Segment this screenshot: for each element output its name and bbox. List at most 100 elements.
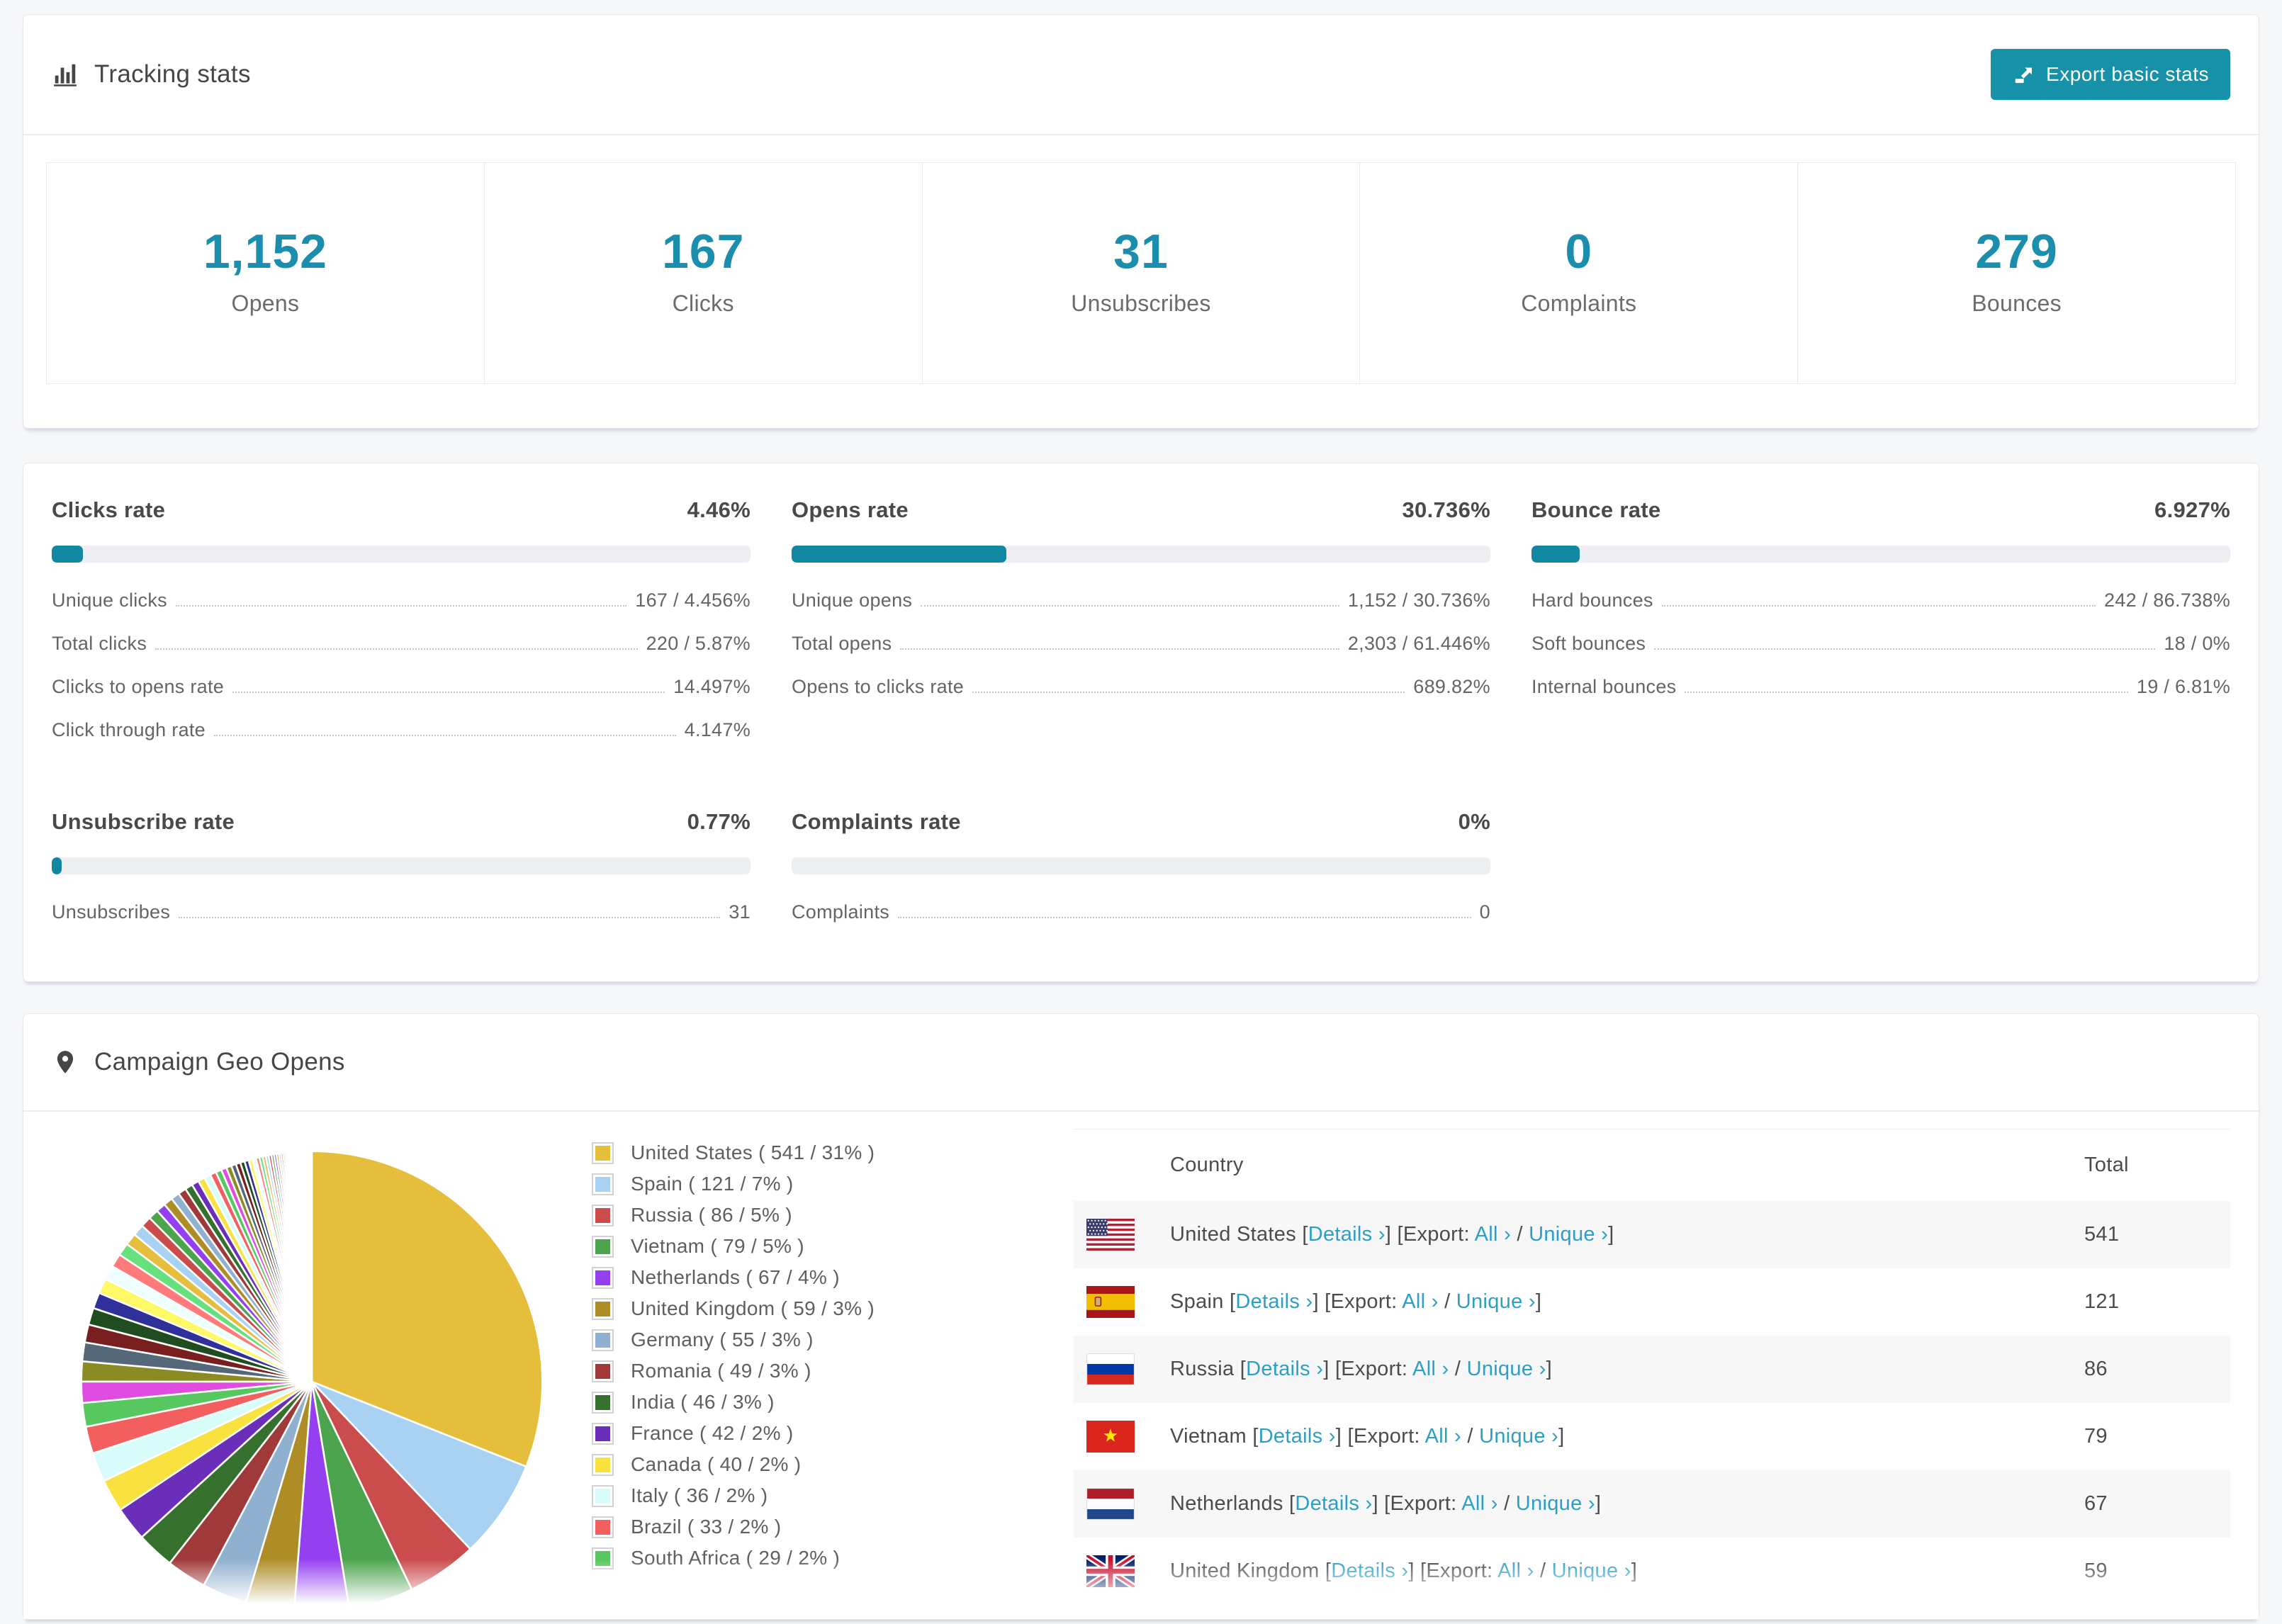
- legend-label: Romania ( 49 / 3% ): [631, 1360, 811, 1382]
- rate-detail-row: Total opens 2,303 / 61.446%: [792, 633, 1490, 655]
- legend-item[interactable]: France ( 42 / 2% ): [592, 1422, 928, 1445]
- export-unique-link[interactable]: Unique ›: [1479, 1425, 1558, 1448]
- legend-swatch: [592, 1329, 614, 1351]
- geo-table-row: United States [Details ›] [Export: All ›…: [1074, 1201, 2230, 1268]
- geo-opens-card: Campaign Geo Opens United States ( 541 /…: [23, 1013, 2259, 1620]
- export-basic-stats-button[interactable]: Export basic stats: [1991, 49, 2230, 100]
- legend-item[interactable]: Canada ( 40 / 2% ): [592, 1453, 928, 1476]
- detail-label: Complaints: [792, 901, 890, 923]
- tracking-stats-header: Tracking stats Export basic stats: [23, 15, 2259, 135]
- detail-value: 0: [1479, 901, 1490, 923]
- export-unique-link[interactable]: Unique ›: [1456, 1290, 1536, 1313]
- legend-swatch: [592, 1141, 614, 1164]
- legend-swatch: [592, 1547, 614, 1569]
- tracking-stats-title: Tracking stats: [94, 60, 251, 88]
- rate-detail-row: Total clicks 220 / 5.87%: [52, 633, 751, 655]
- dotted-leader: [155, 648, 638, 650]
- export-unique-link[interactable]: Unique ›: [1467, 1358, 1546, 1380]
- legend-label: United Kingdom ( 59 / 3% ): [631, 1297, 875, 1319]
- legend-label: Canada ( 40 / 2% ): [631, 1453, 802, 1475]
- legend-label: India ( 46 / 3% ): [631, 1391, 775, 1413]
- legend-item[interactable]: United States ( 541 / 31% ): [592, 1141, 928, 1164]
- details-link[interactable]: Details ›: [1331, 1560, 1408, 1582]
- rate-block: Unsubscribe rate 0.77% Unsubscribes 31: [52, 809, 751, 923]
- details-link[interactable]: Details ›: [1235, 1290, 1313, 1313]
- export-unique-link[interactable]: Unique ›: [1552, 1560, 1631, 1582]
- stat-value: 279: [1975, 225, 2058, 278]
- detail-label: Unique opens: [792, 590, 913, 611]
- legend-item[interactable]: Vietnam ( 79 / 5% ): [592, 1235, 928, 1258]
- country-total: 67: [2084, 1492, 2108, 1515]
- country-name: Russia: [1170, 1358, 1235, 1380]
- rate-progress-bar: [52, 857, 751, 874]
- legend-item[interactable]: Brazil ( 33 / 2% ): [592, 1516, 928, 1538]
- country-name: United States: [1170, 1223, 1296, 1246]
- rate-block: Clicks rate 4.46% Unique clicks 167 / 4.456…: [52, 497, 751, 741]
- rate-block: Opens rate 30.736% Unique opens 1,152 / 30.…: [792, 497, 1490, 741]
- details-link[interactable]: Details ›: [1246, 1358, 1323, 1380]
- dotted-leader: [214, 735, 676, 736]
- dotted-leader: [1661, 605, 2096, 607]
- geo-legend: United States ( 541 / 31% ) Spain ( 121 /…: [592, 1141, 928, 1578]
- detail-label: Total clicks: [52, 633, 147, 654]
- rate-block: Bounce rate 6.927% Hard bounces 242 / 86.73…: [1531, 497, 2230, 741]
- legend-item[interactable]: India ( 46 / 3% ): [592, 1391, 928, 1414]
- rate-progress-bar: [792, 857, 1490, 874]
- export-all-link[interactable]: All ›: [1497, 1560, 1534, 1582]
- dotted-leader: [921, 605, 1339, 607]
- dotted-leader: [972, 692, 1405, 693]
- export-all-link[interactable]: All ›: [1461, 1492, 1497, 1515]
- detail-value: 1,152 / 30.736%: [1347, 590, 1490, 611]
- legend-item[interactable]: Italy ( 36 / 2% ): [592, 1484, 928, 1507]
- stat-label: Bounces: [1972, 291, 2062, 316]
- geo-table: Country Total United States [Details ›] …: [1074, 1129, 2230, 1619]
- detail-value: 689.82%: [1413, 676, 1490, 697]
- details-link[interactable]: Details ›: [1259, 1425, 1336, 1448]
- geo-table-row: Vietnam [Details ›] [Export: All › / Uni…: [1074, 1403, 2230, 1470]
- legend-item[interactable]: Netherlands ( 67 / 4% ): [592, 1266, 928, 1289]
- detail-value: 242 / 86.738%: [2103, 590, 2230, 611]
- detail-value: 31: [729, 901, 751, 923]
- detail-label: Clicks to opens rate: [52, 676, 225, 697]
- legend-label: Netherlands ( 67 / 4% ): [631, 1266, 840, 1288]
- export-icon: [2012, 63, 2035, 86]
- stat-tile: 0 Complaints: [1360, 163, 1799, 383]
- rate-block: Complaints rate 0% Complaints 0: [792, 809, 1490, 923]
- country-name: United Kingdom: [1170, 1560, 1320, 1582]
- export-unique-link[interactable]: Unique ›: [1529, 1223, 1608, 1246]
- rate-title: Unsubscribe rate: [52, 809, 235, 834]
- legend-swatch: [592, 1297, 614, 1320]
- pie-slice: [310, 1150, 313, 1382]
- export-all-link[interactable]: All ›: [1402, 1290, 1438, 1313]
- geo-content: United States ( 541 / 31% ) Spain ( 121 /…: [23, 1112, 2259, 1619]
- export-all-link[interactable]: All ›: [1412, 1358, 1449, 1380]
- export-button-label: Export basic stats: [2046, 63, 2209, 85]
- legend-item[interactable]: United Kingdom ( 59 / 3% ): [592, 1297, 928, 1320]
- export-unique-link[interactable]: Unique ›: [1516, 1492, 1595, 1515]
- total-column-header: Total: [2067, 1129, 2230, 1201]
- legend-label: France ( 42 / 2% ): [631, 1422, 794, 1444]
- legend-item[interactable]: Russia ( 86 / 5% ): [592, 1204, 928, 1227]
- legend-label: South Africa ( 29 / 2% ): [631, 1547, 841, 1569]
- rate-progress-fill: [52, 857, 62, 874]
- details-link[interactable]: Details ›: [1308, 1223, 1386, 1246]
- stat-tile: 279 Bounces: [1798, 163, 2235, 383]
- detail-label: Internal bounces: [1531, 676, 1677, 697]
- legend-item[interactable]: Germany ( 55 / 3% ): [592, 1329, 928, 1351]
- legend-item[interactable]: Spain ( 121 / 7% ): [592, 1173, 928, 1195]
- stat-value: 31: [1113, 225, 1169, 278]
- details-link[interactable]: Details ›: [1295, 1492, 1372, 1515]
- legend-item[interactable]: South Africa ( 29 / 2% ): [592, 1547, 928, 1569]
- country-flag-gb: [1086, 1555, 1153, 1587]
- rate-title: Clicks rate: [52, 497, 166, 522]
- geo-table-row: [1074, 1605, 2230, 1619]
- detail-value: 14.497%: [673, 676, 751, 697]
- export-all-link[interactable]: All ›: [1425, 1425, 1461, 1448]
- rate-detail-row: Opens to clicks rate 689.82%: [792, 676, 1490, 698]
- stat-label: Clicks: [672, 291, 734, 316]
- legend-item[interactable]: Romania ( 49 / 3% ): [592, 1360, 928, 1382]
- legend-label: Germany ( 55 / 3% ): [631, 1329, 814, 1350]
- rate-detail-row: Soft bounces 18 / 0%: [1531, 633, 2230, 655]
- export-all-link[interactable]: All ›: [1475, 1223, 1511, 1246]
- country-flag-es: [1086, 1286, 1153, 1318]
